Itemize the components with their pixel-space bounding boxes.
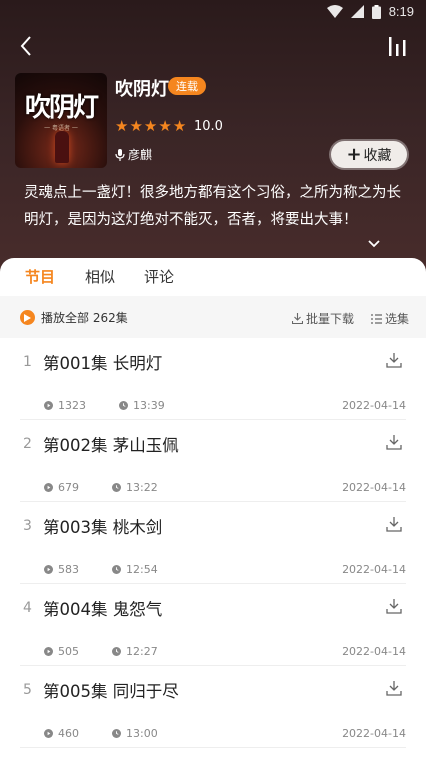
episode-number: 1	[23, 354, 32, 370]
tab-comments[interactable]: 评论	[144, 266, 174, 287]
cover-figure	[55, 131, 69, 163]
episode-title: 第003集 桃木剑	[43, 518, 163, 537]
microphone-icon	[115, 148, 125, 161]
list-item[interactable]: 5 第005集 同归于尽 460 13:00 2022-04-14	[20, 666, 406, 748]
episode-date: 2022-04-14	[342, 563, 406, 576]
clock-icon	[112, 565, 121, 574]
play-count: 679	[44, 481, 79, 494]
download-icon[interactable]	[386, 680, 402, 696]
author-name: 彦麒	[128, 148, 153, 162]
list-icon	[371, 313, 382, 324]
album-description: 灵魂点上一盏灯！很多地方都有这个习俗，之所为称之为长明灯，是因为这灯绝对不能灭，…	[24, 185, 401, 228]
download-icon[interactable]	[386, 516, 402, 532]
play-count-icon	[44, 565, 53, 574]
episode-title: 第002集 茅山玉佩	[43, 436, 179, 455]
content-panel: 节目 相似 评论 播放全部 262集 批量下载 选集 1 第001集 长明灯 1…	[0, 258, 426, 759]
album-title: 吹阴灯	[115, 79, 169, 100]
chevron-down-icon[interactable]	[366, 236, 382, 252]
episode-meta: 583 12:54	[44, 563, 158, 576]
duration: 13:22	[112, 481, 158, 494]
star-icon: ★	[158, 117, 172, 135]
batch-download-button[interactable]: 批量下载	[292, 310, 354, 327]
play-icon	[20, 310, 35, 325]
select-episodes-label: 选集	[385, 312, 410, 326]
play-count: 1323	[44, 399, 86, 412]
download-icon	[292, 313, 303, 324]
status-time: 8:19	[388, 4, 414, 19]
play-all-button[interactable]: 播放全部 262集	[20, 309, 128, 326]
rating-stars: ★ ★ ★ ★ ★	[115, 118, 186, 134]
list-item[interactable]: 3 第003集 桃木剑 583 12:54 2022-04-14	[20, 502, 406, 584]
download-icon[interactable]	[386, 434, 402, 450]
episode-number: 3	[23, 518, 32, 534]
tab-bar: 节目 相似 评论	[0, 266, 426, 303]
play-count: 460	[44, 727, 79, 740]
star-icon: ★	[115, 117, 129, 135]
play-count-icon	[44, 483, 53, 492]
tab-similar[interactable]: 相似	[85, 266, 115, 287]
episode-number: 2	[23, 436, 32, 452]
signal-icon	[350, 5, 364, 18]
tab-episodes[interactable]: 节目	[25, 266, 55, 287]
download-icon[interactable]	[386, 352, 402, 368]
episode-meta: 679 13:22	[44, 481, 158, 494]
duration: 13:00	[112, 727, 158, 740]
episode-date: 2022-04-14	[342, 399, 406, 412]
now-playing-icon[interactable]	[386, 34, 410, 58]
select-episodes-button[interactable]: 选集	[371, 310, 409, 327]
episode-title: 第001集 长明灯	[43, 354, 163, 373]
back-icon[interactable]	[16, 34, 40, 58]
list-item[interactable]: 2 第002集 茅山玉佩 679 13:22 2022-04-14	[20, 420, 406, 502]
episode-meta: 1323 13:39	[44, 399, 165, 412]
episode-date: 2022-04-14	[342, 645, 406, 658]
episode-meta: 460 13:00	[44, 727, 158, 740]
duration: 12:54	[112, 563, 158, 576]
battery-icon	[371, 4, 381, 19]
list-item[interactable]: 1 第001集 长明灯 1323 13:39 2022-04-14	[20, 338, 406, 420]
status-bar: 8:19	[0, 0, 426, 24]
play-count: 505	[44, 645, 79, 658]
episode-number: 5	[23, 682, 32, 698]
episode-date: 2022-04-14	[342, 481, 406, 494]
clock-icon	[119, 401, 128, 410]
star-icon: ★	[172, 117, 187, 135]
episode-meta: 505 12:27	[44, 645, 158, 658]
plus-icon: +	[346, 143, 362, 165]
episode-number: 4	[23, 600, 32, 616]
play-all-label: 播放全部 262集	[41, 311, 128, 325]
collect-label: 收藏	[363, 147, 392, 164]
top-nav	[0, 32, 426, 60]
album-header: 8:19 吹阴灯 一 粤语者 一 吹阴灯 连载 ★ ★ ★ ★ ★ 10.0 彦…	[0, 0, 426, 290]
collect-button[interactable]: + 收藏	[331, 141, 407, 168]
duration: 12:27	[112, 645, 158, 658]
episode-toolbar: 播放全部 262集 批量下载 选集	[0, 296, 426, 338]
wifi-icon	[326, 5, 343, 18]
album-cover: 吹阴灯 一 粤语者 一	[15, 73, 107, 168]
batch-download-label: 批量下载	[306, 312, 355, 326]
episode-title: 第004集 鬼怨气	[43, 600, 163, 619]
clock-icon	[112, 647, 121, 656]
star-icon: ★	[143, 117, 158, 135]
rating-score: 10.0	[194, 119, 223, 134]
play-count: 583	[44, 563, 79, 576]
play-count-icon	[44, 401, 53, 410]
clock-icon	[112, 483, 121, 492]
play-count-icon	[44, 647, 53, 656]
download-icon[interactable]	[386, 598, 402, 614]
status-badge: 连载	[168, 77, 206, 95]
episode-list: 1 第001集 长明灯 1323 13:39 2022-04-14 2 第002…	[0, 338, 426, 748]
clock-icon	[112, 729, 121, 738]
cover-title: 吹阴灯	[24, 93, 99, 123]
star-icon: ★	[129, 117, 143, 135]
list-item[interactable]: 4 第004集 鬼怨气 505 12:27 2022-04-14	[20, 584, 406, 666]
episode-title: 第005集 同归于尽	[43, 682, 179, 701]
play-count-icon	[44, 729, 53, 738]
episode-date: 2022-04-14	[342, 727, 406, 740]
author[interactable]: 彦麒	[115, 146, 152, 163]
duration: 13:39	[119, 399, 165, 412]
